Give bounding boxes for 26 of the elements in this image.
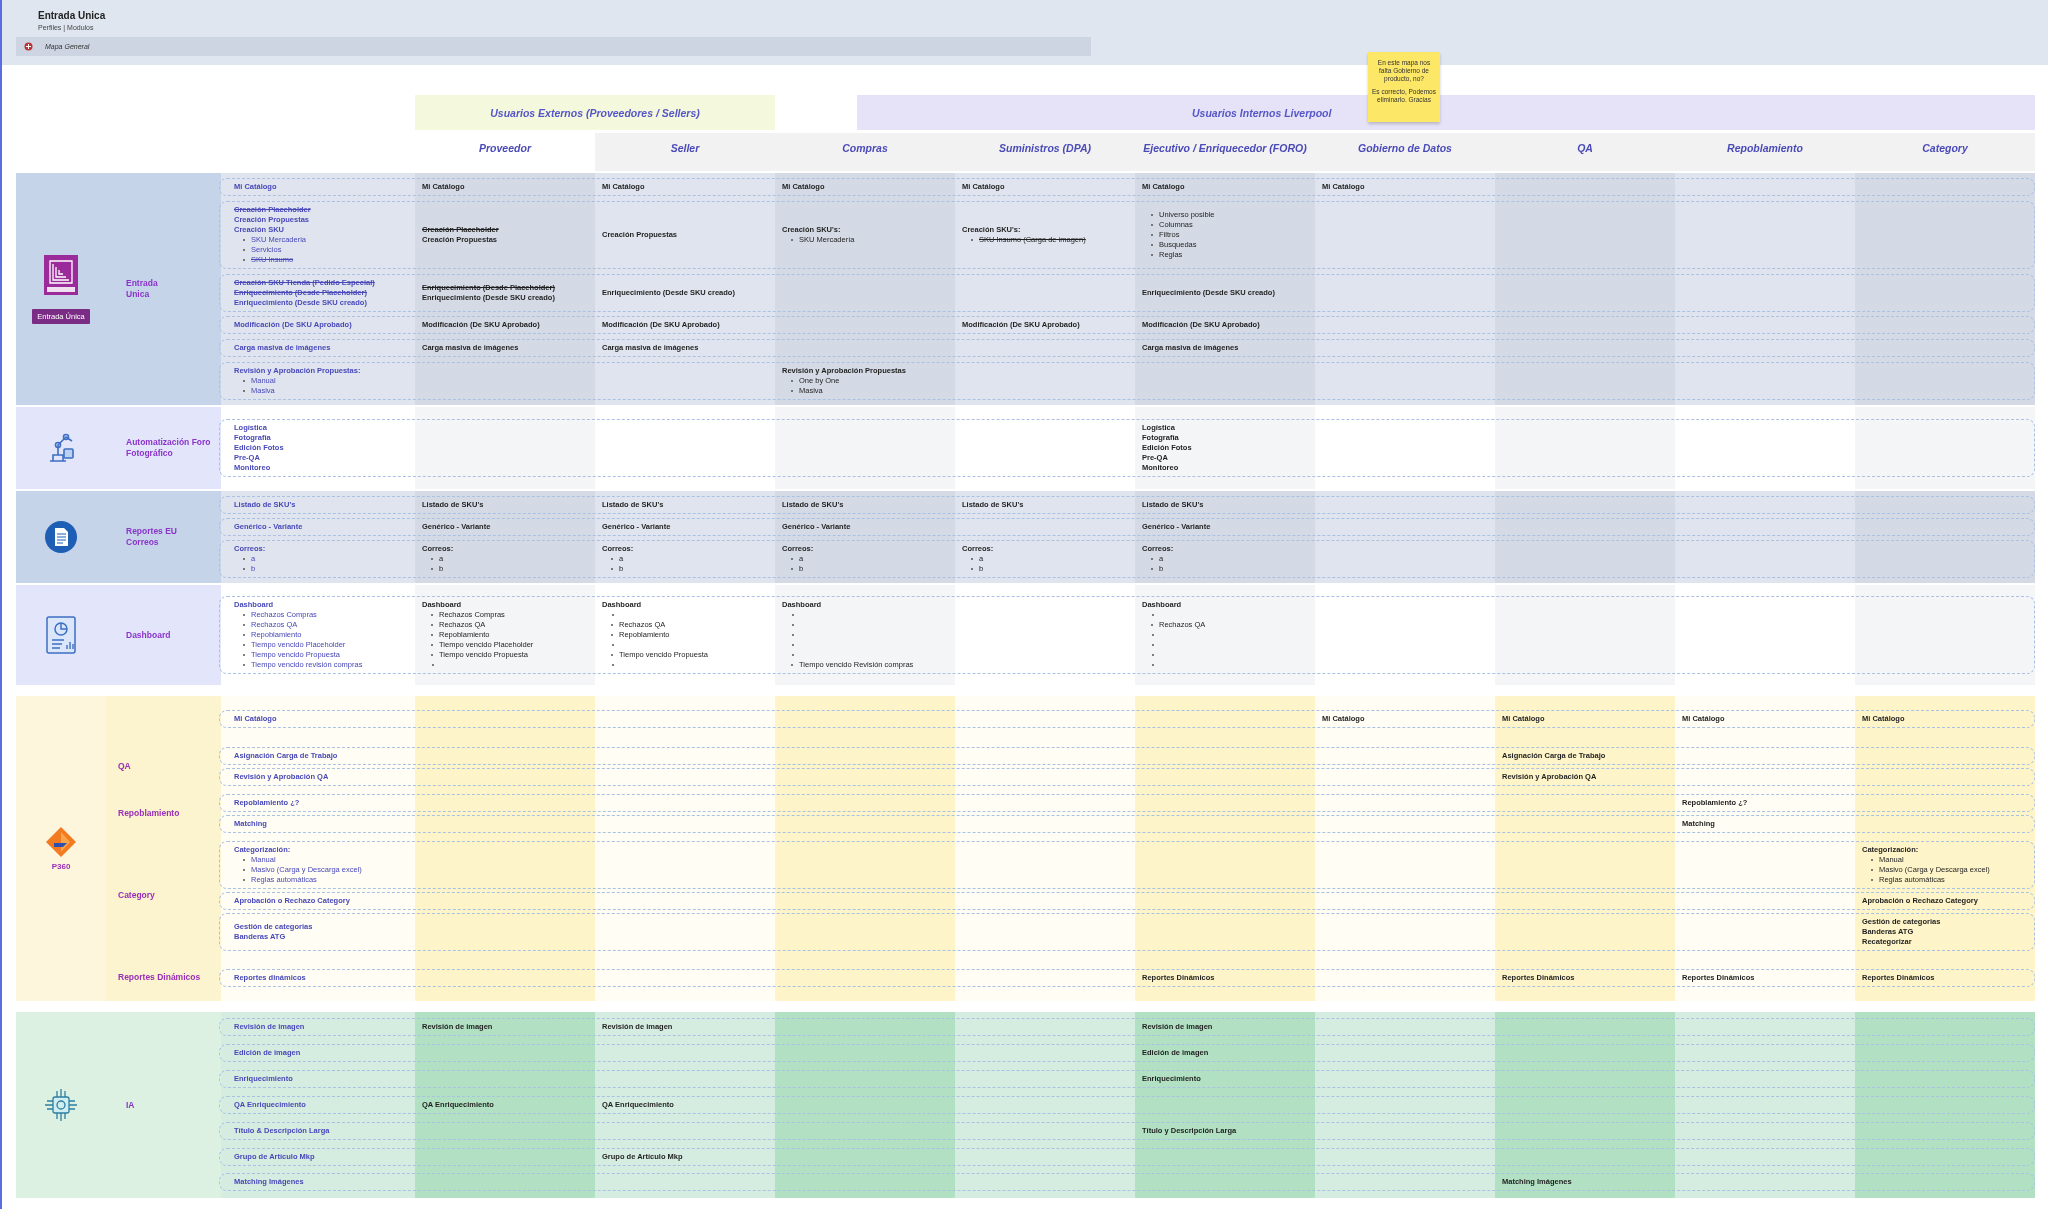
role-header: Category bbox=[1855, 133, 2035, 171]
role-header: Gobierno de Datos bbox=[1315, 133, 1495, 171]
group-label: IA bbox=[126, 1099, 135, 1111]
role-header: Suministros (DPA) bbox=[955, 133, 1135, 171]
group-label: Reportes EU Correos bbox=[126, 526, 178, 548]
role-header: Seller bbox=[595, 133, 775, 171]
group-label: Repoblamiento bbox=[118, 807, 180, 819]
group-label: Dashboard bbox=[126, 629, 171, 641]
group-label: Reportes Dinámicos bbox=[118, 972, 201, 984]
page-title: Entrada Unica bbox=[38, 10, 107, 21]
map-icon bbox=[24, 42, 33, 51]
chip-icon bbox=[43, 1087, 79, 1123]
group-label: QA bbox=[118, 760, 131, 772]
document-icon bbox=[44, 520, 78, 554]
group-label: Automatización Foro Fotográfico bbox=[126, 437, 212, 459]
diamond-logo-icon bbox=[45, 826, 77, 858]
section-caption: P360 bbox=[51, 862, 71, 871]
role-header: Ejecutivo / Enriquecedor (FORO) bbox=[1135, 133, 1315, 171]
user-group-header: Usuarios Externos (Proveedores / Sellers) bbox=[415, 95, 775, 130]
logo-icon bbox=[44, 254, 78, 295]
group-label: Entrada Unica bbox=[126, 278, 159, 300]
role-header: Repoblamiento bbox=[1675, 133, 1855, 171]
role-header: Compras bbox=[775, 133, 955, 171]
role-header: QA bbox=[1495, 133, 1675, 171]
report-chart-icon bbox=[46, 616, 76, 654]
group-label: Category bbox=[118, 890, 155, 901]
